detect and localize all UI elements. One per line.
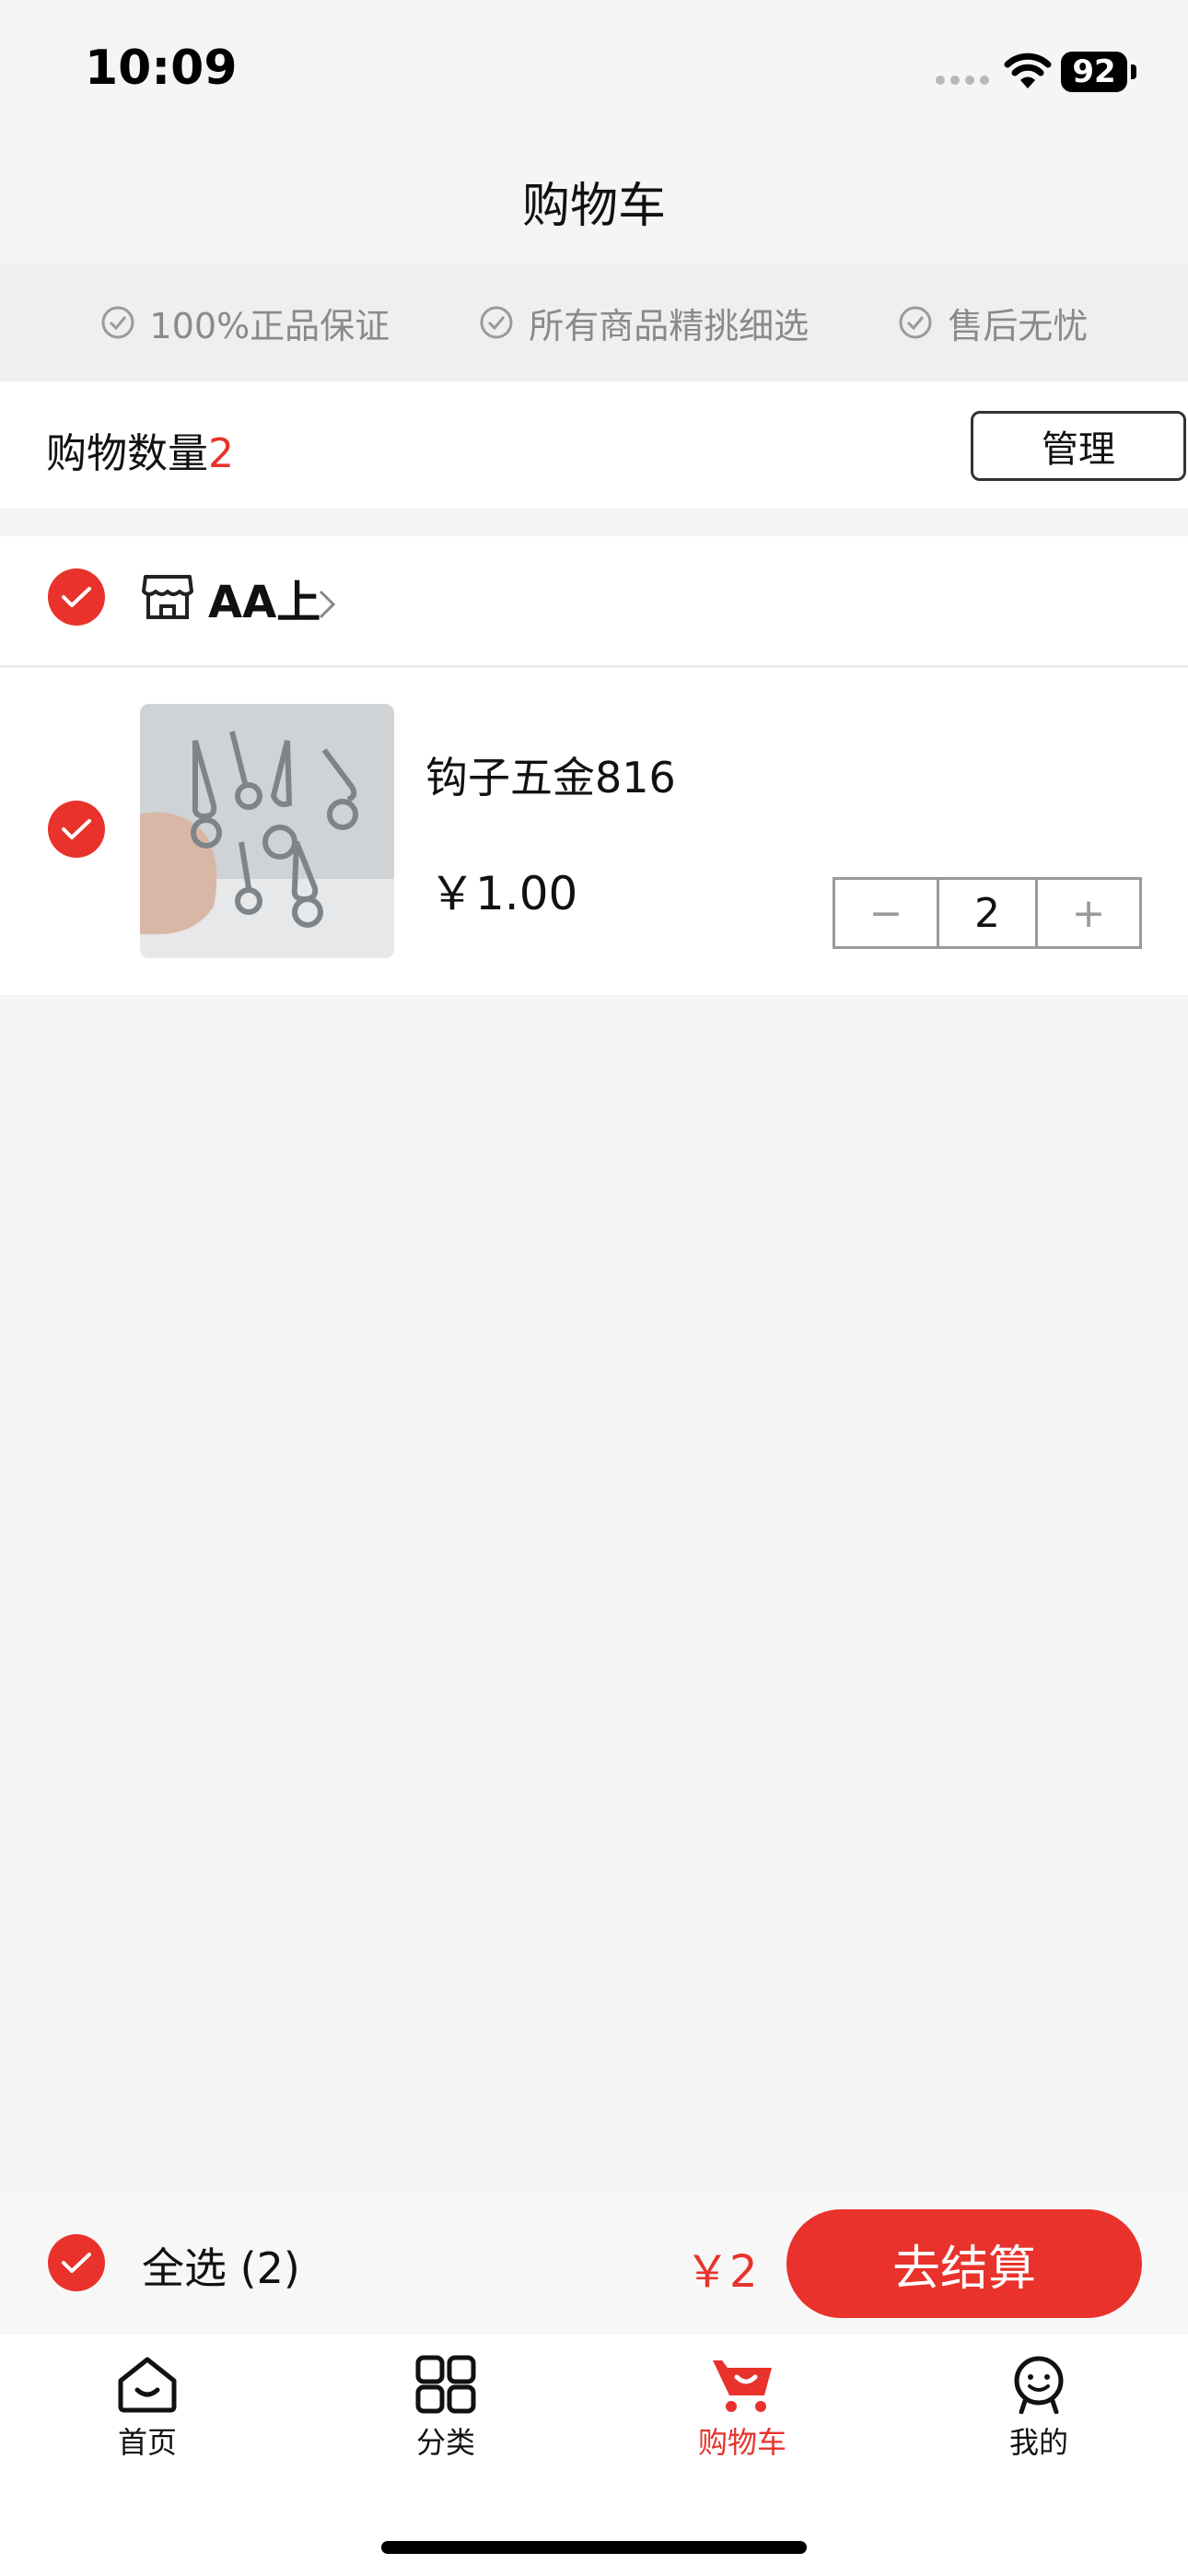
battery-tip [1131,64,1136,79]
manage-button[interactable]: 管理 [971,411,1186,481]
cart-count: 购物数量2 [46,420,234,479]
checkmark-icon [62,819,91,839]
tab-profile[interactable]: 我的 [956,2355,1122,2462]
checkout-button[interactable]: 去结算 [786,2209,1142,2318]
store-icon [142,575,193,619]
tab-category[interactable]: 分类 [363,2355,529,2462]
decrease-button[interactable]: − [835,880,937,946]
guarantee-item: 所有商品精挑细选 [479,298,809,348]
status-time: 10:09 [85,41,238,96]
profile-icon [1014,2356,1064,2414]
checkmark-icon [62,2253,91,2273]
check-circle-icon [480,306,513,339]
wifi-icon [1004,53,1052,88]
product-image[interactable] [140,704,394,958]
select-all-label[interactable]: 全选 (2) [142,2235,300,2296]
guarantee-label: 100%正品保证 [149,305,390,346]
total-price: ￥2 [685,2246,758,2298]
store-name[interactable]: AA上 [208,566,320,630]
tab-label: 我的 [1008,2425,1068,2460]
tab-cart[interactable]: 购物车 [659,2355,825,2462]
guarantee-label: 售后无忧 [948,305,1089,346]
chevron-right-icon[interactable] [317,588,337,621]
store-checkbox[interactable] [48,568,105,626]
guarantee-item: 100%正品保证 [100,298,390,348]
quantity-value[interactable]: 2 [937,880,1038,946]
home-icon [118,2357,177,2413]
tab-home[interactable]: 首页 [64,2355,230,2462]
guarantee-strip: 100%正品保证 所有商品精挑细选 售后无忧 [0,263,1188,381]
tab-label: 分类 [415,2425,475,2460]
guarantee-label: 所有商品精挑细选 [529,305,809,346]
page-title: 购物车 [0,138,1188,263]
divider [0,665,1188,668]
check-circle-icon [101,306,134,339]
check-circle-icon [899,306,932,339]
product-photo [140,704,394,958]
cart-count-label: 购物数量 [46,430,208,477]
home-indicator[interactable] [381,2541,807,2554]
increase-button[interactable]: + [1038,880,1139,946]
quantity-stepper: − 2 + [833,877,1142,949]
cellular-signal-icon [936,76,989,87]
battery-indicator: 92 [1061,52,1127,92]
product-name[interactable]: 钩子五金816 [425,744,676,805]
cart-count-value: 2 [208,430,234,477]
grid-icon [415,2355,476,2414]
guarantee-item: 售后无忧 [898,298,1088,348]
tab-label: 购物车 [697,2425,786,2460]
select-all-checkbox[interactable] [48,2234,105,2291]
product-price: ￥1.00 [429,867,578,920]
checkmark-icon [62,587,91,607]
cart-icon [713,2360,772,2412]
item-checkbox[interactable] [48,801,105,858]
tab-label: 首页 [117,2425,177,2460]
